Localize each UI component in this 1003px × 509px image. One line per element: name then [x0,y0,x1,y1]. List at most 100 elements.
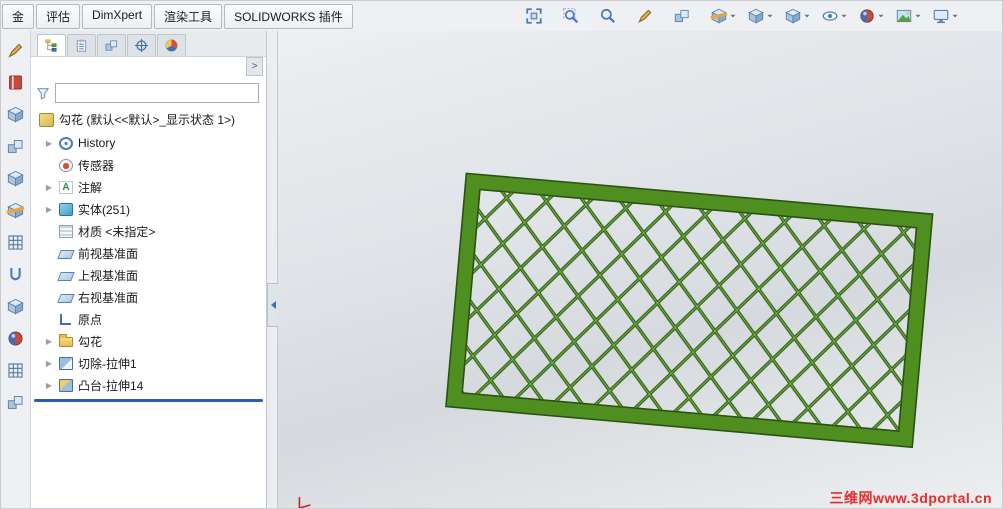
left-tool-6[interactable] [5,199,27,221]
left-tool-3[interactable] [5,103,27,125]
feature-tree: ▶ History ▶ 传感器 ▶ 注解 ▶ [31,132,266,396]
left-tool-5[interactable] [5,167,27,189]
tree-item[interactable]: ▶ 传感器 [31,154,266,176]
pan-button[interactable] [672,6,701,26]
hide-show-items-button[interactable] [820,6,849,26]
left-tool-2[interactable] [5,71,27,93]
expand-arrow-icon[interactable]: ▶ [44,337,54,346]
annotations-icon [59,180,73,194]
cube-icon [6,169,25,188]
dimxpertmanager-tab[interactable] [127,34,156,56]
model-chain-link-fence[interactable] [445,172,934,449]
expand-arrow-icon[interactable]: ▶ [44,183,54,192]
propertymanager-tab[interactable] [67,34,96,56]
tree-item[interactable]: ▶ 上视基准面 [31,264,266,286]
dropdown-caret-icon[interactable] [803,12,811,20]
plane-icon [57,293,75,303]
rotate-view-button[interactable] [635,6,664,26]
dropdown-caret-icon[interactable] [729,12,737,20]
filter-input[interactable] [55,83,259,103]
tree-item[interactable]: ▶ 前视基准面 [31,242,266,264]
expand-arrow-icon[interactable]: ▶ [44,205,54,214]
left-tool-7[interactable] [5,231,27,253]
cube-icon [747,7,765,25]
section-view-button[interactable] [709,6,738,26]
section-icon [6,201,25,220]
displaymanager-tab[interactable] [157,34,186,56]
left-tool-12[interactable] [5,391,27,413]
left-tool-11[interactable] [5,359,27,381]
dropdown-caret-icon[interactable] [951,12,959,20]
clip-icon [74,38,89,53]
3d-viewport[interactable]: 三维网www.3dportal.cn [278,31,1002,508]
left-tool-10[interactable] [5,327,27,349]
tree-item[interactable]: ▶ 材质 <未指定> [31,220,266,242]
book-icon [6,73,25,92]
zoom-to-fit-button[interactable] [524,6,553,26]
filter-row [31,78,266,107]
panel-tabs-overflow-button[interactable]: > [246,57,263,76]
tab-render-tools[interactable]: 渲染工具 [154,3,223,29]
sphere-icon [6,329,25,348]
tree-item[interactable]: ▶ 实体(251) [31,198,266,220]
feature-manager-panel: > 勾花 (默认<<默认>_显示状态 1>) ▶ History ▶ 传感 [31,31,267,508]
tree-item[interactable]: ▶ 切除-拉伸1 [31,352,266,374]
cubes-icon [6,137,25,156]
left-tool-9[interactable] [5,295,27,317]
solidworks-window: 金 评估 DimXpert 渲染工具 SOLIDWORKS 插件 > 勾花 (默… [0,0,1003,509]
panel-splitter[interactable] [267,31,279,508]
tree-item[interactable]: ▶ 勾花 [31,330,266,352]
dropdown-caret-icon[interactable] [840,12,848,20]
tree-item[interactable]: ▶ 右视基准面 [31,286,266,308]
expand-arrow-icon[interactable]: ▶ [44,381,54,390]
pencil-icon [636,7,654,25]
tab-sheet-metal[interactable]: 金 [2,3,35,29]
tree-item[interactable]: ▶ 凸台-拉伸14 [31,374,266,396]
heads-up-toolbar [524,6,1002,26]
display-style-button[interactable] [783,6,812,26]
history-icon [59,136,73,150]
left-tool-8[interactable] [5,263,27,285]
plane-icon [57,249,75,259]
sphere-icon [858,7,876,25]
tree-root-item[interactable]: 勾花 (默认<<默认>_显示状态 1>) [31,107,266,131]
dropdown-caret-icon[interactable] [766,12,774,20]
material-icon [59,224,73,238]
tree-item[interactable]: ▶ History [31,132,266,154]
configurationmanager-tab[interactable] [97,34,126,56]
reference-triad-icon [298,497,311,508]
view-orientation-button[interactable] [746,6,775,26]
featuremanager-tab[interactable] [37,34,66,56]
scene-icon [895,7,913,25]
cube-icon [6,105,25,124]
tab-evaluate[interactable]: 评估 [36,3,81,29]
edit-appearance-button[interactable] [857,6,886,26]
tree-item[interactable]: ▶ 原点 [31,308,266,330]
left-tool-1[interactable] [5,39,27,61]
section-icon [710,7,728,25]
sensor-icon [59,158,73,172]
tab-solidworks-addins[interactable]: SOLIDWORKS 插件 [224,3,353,29]
tab-dimxpert[interactable]: DimXpert [82,3,153,29]
expand-arrow-icon[interactable]: ▶ [44,359,54,368]
dropdown-caret-icon[interactable] [877,12,885,20]
view-settings-button[interactable] [931,6,960,26]
dropdown-caret-icon[interactable] [914,12,922,20]
expand-arrow-icon[interactable]: ▶ [44,139,54,148]
pencil-icon [6,41,25,60]
left-tool-4[interactable] [5,135,27,157]
zoom-in-out-button[interactable] [598,6,627,26]
wheel-icon [164,38,179,53]
tree-root-label: 勾花 (默认<<默认>_显示状态 1>) [59,113,236,127]
watermark: 三维网www.3dportal.cn [829,490,992,506]
zoom-to-area-button[interactable] [561,6,590,26]
tree-item[interactable]: ▶ 注解 [31,176,266,198]
apply-scene-button[interactable] [894,6,923,26]
grid-icon [6,361,25,380]
rollback-bar[interactable] [34,399,263,402]
target-icon [134,38,149,53]
origin-icon [60,314,71,325]
model-scene [298,172,934,508]
fit-icon [525,7,543,25]
cubes-icon [104,38,119,53]
